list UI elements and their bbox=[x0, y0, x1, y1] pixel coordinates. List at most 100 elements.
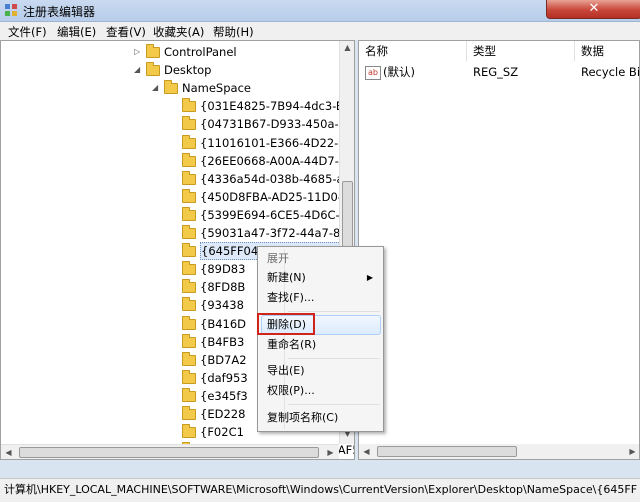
folder-icon bbox=[182, 116, 196, 131]
scroll-left-icon[interactable]: ◀ bbox=[1, 448, 16, 457]
collapse-arrow-icon[interactable]: ◢ bbox=[134, 61, 144, 79]
menu-item-rename[interactable]: 重命名(R) bbox=[267, 335, 379, 355]
folder-icon bbox=[182, 152, 196, 167]
tree-node-label: {B4FB3 bbox=[200, 334, 245, 349]
tree-node[interactable]: DesktopAndParentMenu bbox=[1, 459, 339, 460]
folder-icon bbox=[164, 80, 178, 95]
tree-node-label: Desktop bbox=[164, 63, 212, 78]
folder-icon bbox=[182, 261, 196, 276]
value-name[interactable]: (默认) bbox=[383, 63, 415, 81]
tree-node-label: {26EE0668-A00A-44D7-937 bbox=[200, 153, 355, 168]
scroll-right-icon[interactable]: ▶ bbox=[323, 448, 338, 457]
value-data: Recycle Bin bbox=[581, 65, 640, 79]
tree-node-label: {F02C1 bbox=[200, 425, 244, 440]
folder-icon bbox=[182, 406, 196, 420]
menu-separator bbox=[288, 404, 380, 405]
menu-bar: 文件(F) 编辑(E) 查看(V) 收藏夹(A) 帮助(H) bbox=[0, 22, 640, 40]
tree-node-label: {031E4825-7B94-4dc3-B13 bbox=[200, 99, 355, 114]
folder-icon bbox=[182, 188, 196, 203]
menu-view[interactable]: 查看(V) bbox=[106, 24, 146, 40]
tree-node-label: {daf953 bbox=[200, 370, 248, 385]
scroll-left-icon[interactable]: ◀ bbox=[359, 447, 374, 456]
folder-icon bbox=[182, 297, 196, 312]
menu-item-copy-key-name[interactable]: 复制项名称(C) bbox=[267, 408, 379, 428]
tree-node-label: {4336a54d-038b-4685-ab0 bbox=[200, 171, 355, 186]
tree-node-label: {ED228 bbox=[200, 407, 246, 421]
tree-node-label: {04731B67-D933-450a-90E bbox=[200, 117, 355, 132]
menu-item-new[interactable]: 新建(N) ▶ bbox=[267, 268, 379, 288]
scroll-up-icon[interactable]: ▲ bbox=[340, 43, 354, 52]
tree-node-label: {e345f3 bbox=[200, 388, 248, 403]
menu-help[interactable]: 帮助(H) bbox=[213, 24, 254, 40]
tree-node[interactable]: ◢ Desktop bbox=[1, 61, 339, 79]
tree-node-label: {BD7A2 bbox=[200, 352, 247, 367]
tree-node-label: {89D83 bbox=[200, 262, 246, 277]
folder-icon bbox=[182, 225, 196, 239]
folder-icon bbox=[182, 98, 196, 113]
folder-icon bbox=[182, 387, 196, 402]
registry-editor-icon bbox=[5, 4, 17, 16]
tree-node-label: {5399E694-6CE5-4D6C-8F bbox=[200, 207, 354, 222]
menu-separator bbox=[288, 358, 380, 359]
folder-icon bbox=[182, 134, 196, 149]
menu-item-find[interactable]: 查找(F)... bbox=[267, 288, 379, 308]
folder-icon bbox=[182, 279, 196, 294]
tree-node-label: {93438 bbox=[200, 298, 244, 313]
tree-node[interactable]: {59031a47-3f72-44a7-89c5 bbox=[1, 224, 354, 242]
folder-icon bbox=[182, 351, 196, 366]
menu-separator bbox=[288, 311, 380, 312]
menu-file[interactable]: 文件(F) bbox=[8, 24, 47, 40]
tree-node-label: {59031a47-3f72-44a7-89c5 bbox=[200, 226, 355, 240]
tree-node-label: NameSpace bbox=[182, 81, 251, 96]
tree-node[interactable]: {04731B67-D933-450a-90E bbox=[1, 115, 354, 133]
tree-node-label: DesktopAndParentMenu bbox=[200, 459, 338, 460]
title-bar: 注册表编辑器 ✕ bbox=[0, 0, 640, 22]
column-header-name[interactable]: 名称 bbox=[359, 41, 467, 61]
close-button[interactable]: ✕ bbox=[546, 0, 640, 19]
highlight-annotation-box bbox=[257, 313, 315, 335]
folder-icon bbox=[182, 315, 196, 330]
tree-node[interactable]: {5399E694-6CE5-4D6C-8F bbox=[1, 206, 354, 224]
tree-node[interactable]: {26EE0668-A00A-44D7-937 bbox=[1, 152, 354, 170]
column-header-data[interactable]: 数据 bbox=[575, 41, 639, 61]
status-bar-path: 计算机\HKEY_LOCAL_MACHINE\SOFTWARE\Microsof… bbox=[0, 478, 640, 502]
menu-item-export[interactable]: 导出(E) bbox=[267, 361, 379, 381]
menu-item-permissions[interactable]: 权限(P)... bbox=[267, 381, 379, 401]
tree-node[interactable]: ◢ NameSpace bbox=[1, 79, 339, 97]
tree-node[interactable]: {4336a54d-038b-4685-ab0 bbox=[1, 170, 354, 188]
scroll-right-icon[interactable]: ▶ bbox=[625, 447, 639, 456]
folder-icon bbox=[182, 424, 196, 439]
tree-node[interactable]: {450D8FBA-AD25-11D0-98 bbox=[1, 188, 354, 206]
menu-favorites[interactable]: 收藏夹(A) bbox=[153, 24, 204, 40]
values-list-pane[interactable]: 名称 类型 数据 ab (默认) REG_SZ Recycle Bin ◀ ▶ bbox=[358, 40, 640, 460]
folder-icon bbox=[182, 369, 196, 384]
folder-icon bbox=[146, 62, 160, 77]
folder-icon bbox=[182, 243, 196, 258]
tree-node[interactable]: {031E4825-7B94-4dc3-B13 bbox=[1, 97, 354, 115]
tree-node-label: {450D8FBA-AD25-11D0-98 bbox=[200, 189, 355, 204]
folder-icon bbox=[182, 206, 196, 221]
column-header-type[interactable]: 类型 bbox=[467, 41, 575, 61]
tree-node-label: ControlPanel bbox=[164, 45, 237, 59]
submenu-arrow-icon: ▶ bbox=[366, 273, 373, 282]
list-horizontal-scrollbar[interactable]: ◀ ▶ bbox=[359, 444, 639, 459]
tree-node[interactable]: ▷ ControlPanel bbox=[1, 43, 339, 61]
expand-arrow-icon[interactable]: ▷ bbox=[134, 43, 144, 61]
scroll-thumb[interactable] bbox=[19, 447, 319, 458]
tree-horizontal-scrollbar[interactable]: ◀ ▶ bbox=[1, 444, 339, 459]
folder-icon bbox=[182, 170, 196, 185]
menu-edit[interactable]: 编辑(E) bbox=[57, 24, 96, 40]
menu-item-expand: 展开 bbox=[267, 252, 289, 265]
scroll-thumb[interactable] bbox=[377, 446, 517, 457]
folder-icon bbox=[182, 333, 196, 348]
tree-node-label: {B416D bbox=[200, 316, 247, 331]
tree-node[interactable]: {11016101-E366-4D22-BC0 bbox=[1, 134, 354, 152]
tree-node-label: {8FD8B bbox=[200, 280, 246, 295]
tree-node-label: {11016101-E366-4D22-BC0 bbox=[200, 135, 355, 150]
folder-icon bbox=[146, 44, 160, 58]
collapse-arrow-icon[interactable]: ◢ bbox=[152, 79, 162, 97]
value-type: REG_SZ bbox=[473, 65, 519, 79]
context-menu: 展开 新建(N) ▶ 查找(F)... 删除(D) 重命名(R) 导出(E) 权… bbox=[257, 246, 384, 432]
window-title: 注册表编辑器 bbox=[23, 5, 96, 19]
string-value-icon: ab bbox=[365, 66, 381, 80]
